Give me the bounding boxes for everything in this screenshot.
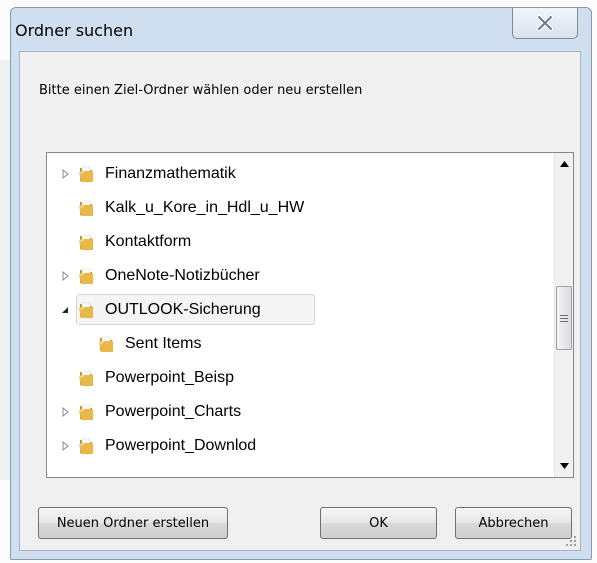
expand-arrow-icon[interactable] (60, 168, 70, 180)
scroll-up-arrow-icon (559, 161, 569, 167)
scroll-down-button[interactable] (555, 457, 573, 475)
folder-tree[interactable]: Finanzmathematik Kalk_u_Kore_in_Hdl_u_HW K… (46, 152, 574, 478)
dialog-title: Ordner suchen (15, 21, 134, 40)
tree-item[interactable]: Kontaktform (47, 225, 537, 259)
cancel-button[interactable]: Abbrechen (455, 507, 572, 539)
vertical-scrollbar[interactable] (554, 153, 573, 477)
tree-item-label: Kontaktform (105, 233, 192, 250)
folder-icon (78, 233, 98, 251)
dialog-body: Bitte einen Ziel-Ordner wählen oder neu … (19, 51, 581, 551)
collapse-arrow-icon[interactable] (60, 304, 70, 316)
folder-icon (78, 165, 98, 183)
scroll-thumb[interactable] (556, 286, 572, 350)
expand-arrow-icon[interactable] (60, 270, 70, 282)
folder-icon (78, 301, 98, 319)
grip-lines-icon (560, 314, 568, 322)
tree-item[interactable]: Sent Items (47, 327, 537, 361)
tree-item-label: OneNote-Notizbücher (105, 267, 260, 284)
instruction-text: Bitte einen Ziel-Ordner wählen oder neu … (39, 83, 363, 98)
tree-item[interactable]: Kalk_u_Kore_in_Hdl_u_HW (47, 191, 537, 225)
close-button[interactable] (512, 8, 578, 39)
folder-icon (78, 369, 98, 387)
title-bar: Ordner suchen (11, 8, 591, 50)
tree-item-label: OUTLOOK-Sicherung (105, 301, 261, 318)
tree-item-label: Powerpoint_Beisp (105, 369, 234, 386)
tree-item-label: Powerpoint_Downlod (105, 437, 257, 454)
tree-item[interactable]: Powerpoint_Charts (47, 395, 537, 429)
tree-item[interactable]: Finanzmathematik (47, 157, 537, 191)
tree-item[interactable]: OneNote-Notizbücher (47, 259, 537, 293)
expand-arrow-icon[interactable] (60, 440, 70, 452)
folder-icon (78, 267, 98, 285)
expand-arrow-icon[interactable] (60, 406, 70, 418)
browse-folder-dialog: Ordner suchen Bitte einen Ziel-Ordner wä… (10, 7, 592, 560)
expander-placeholder (60, 236, 70, 248)
tree-item-label: Sent Items (125, 335, 202, 352)
folder-icon (78, 199, 98, 217)
resize-grip-icon[interactable] (565, 535, 577, 547)
ok-button[interactable]: OK (320, 507, 437, 539)
tree-item[interactable]: Powerpoint_Downlod (47, 429, 537, 463)
folder-icon (98, 335, 118, 353)
folder-icon (78, 437, 98, 455)
new-folder-button[interactable]: Neuen Ordner erstellen (38, 507, 228, 539)
close-icon (537, 15, 553, 31)
scroll-down-arrow-icon (559, 463, 569, 469)
background-strip (0, 60, 10, 480)
tree-item-label: Finanzmathematik (105, 165, 236, 182)
tree-item-label: Powerpoint_Charts (105, 403, 242, 420)
expander-placeholder (60, 202, 70, 214)
expander-placeholder (80, 338, 90, 350)
expander-placeholder (60, 372, 70, 384)
tree-item-label: Kalk_u_Kore_in_Hdl_u_HW (105, 199, 305, 216)
scroll-up-button[interactable] (555, 155, 573, 173)
tree-item[interactable]: OUTLOOK-Sicherung (47, 293, 537, 327)
tree-item[interactable]: Powerpoint_Beisp (47, 361, 537, 395)
folder-icon (78, 403, 98, 421)
